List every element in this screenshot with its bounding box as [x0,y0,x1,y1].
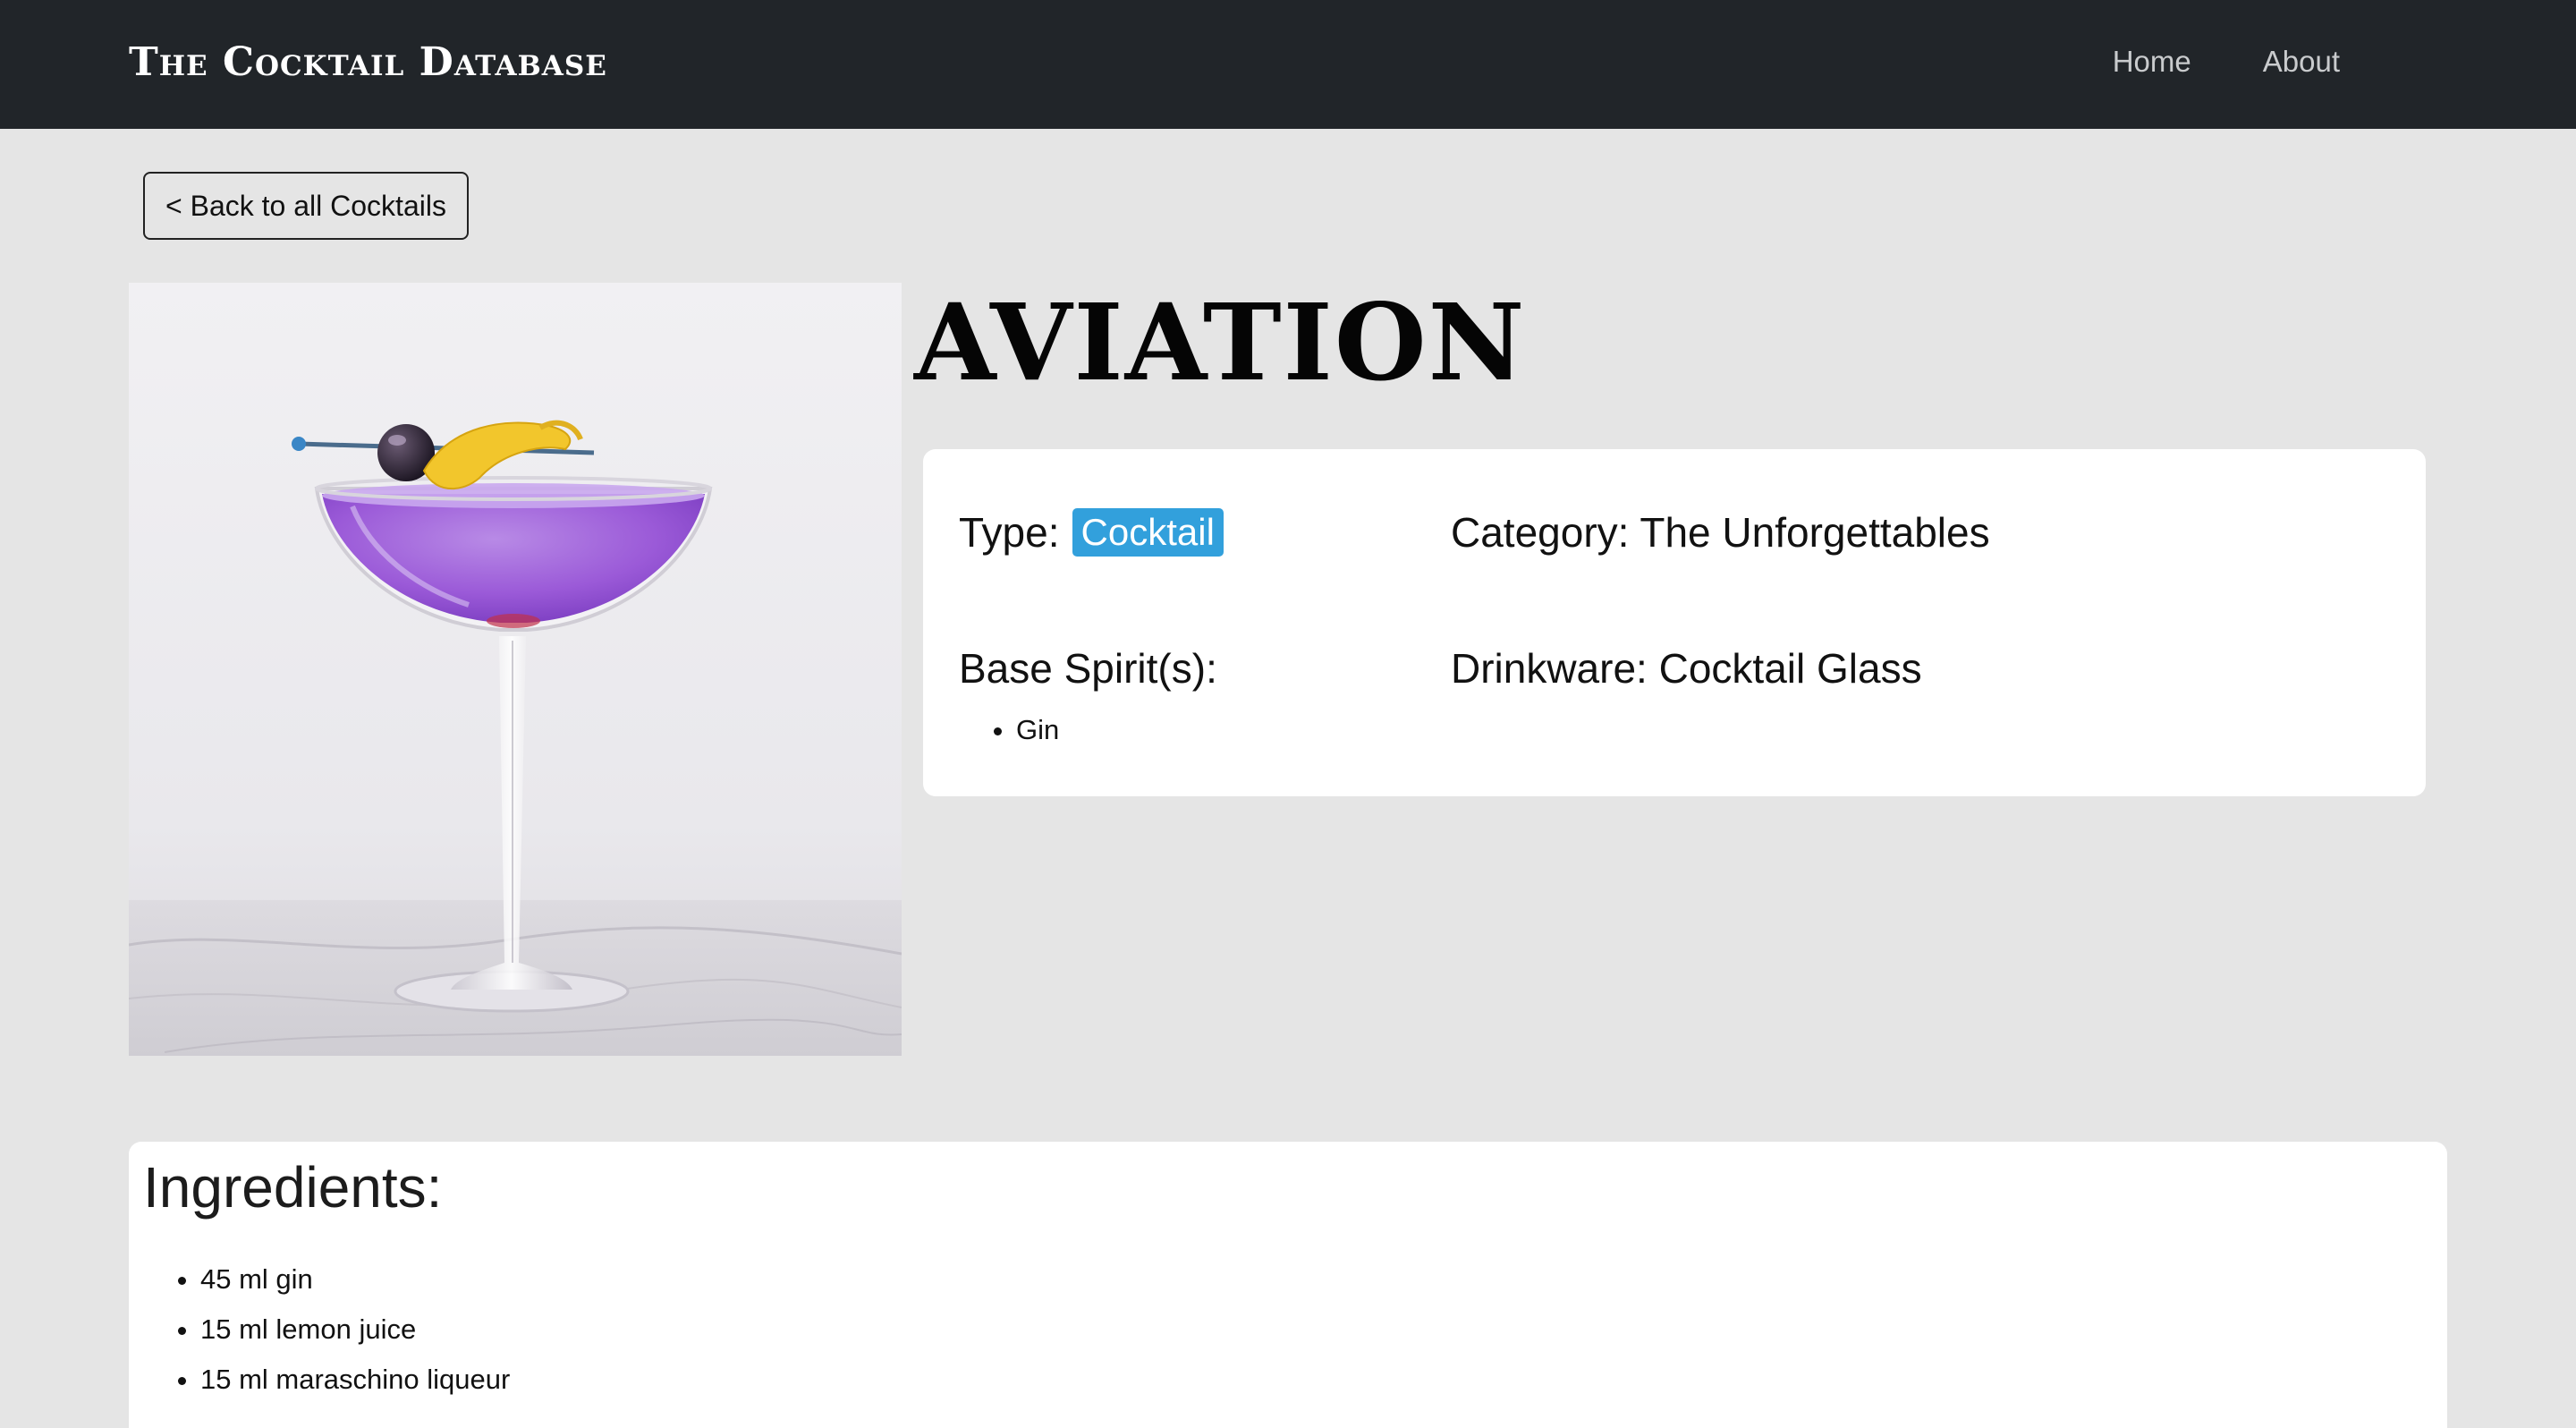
nav-link-about[interactable]: About [2263,45,2340,79]
cocktail-info-card: Type: Cocktail Category: The Unforgettab… [923,449,2426,796]
ingredient-item: 15 ml lemon juice [200,1305,510,1355]
ingredient-item: 45 ml gin [200,1254,510,1305]
navbar: The Cocktail Database Home About [0,0,2576,129]
nav-links: Home About [2113,45,2340,79]
type-row: Type: Cocktail [959,508,1224,557]
base-spirit-item: Gin [1016,710,1059,749]
cocktail-title: AVIATION [914,280,1527,404]
ingredients-card: Ingredients: 45 ml gin 15 ml lemon juice… [129,1142,2447,1428]
ingredients-list: 45 ml gin 15 ml lemon juice 15 ml marasc… [143,1254,510,1405]
base-spirits-list: Gin [959,710,1059,749]
cocktail-photo [129,283,902,1056]
ingredients-heading: Ingredients: [143,1155,443,1220]
back-to-all-cocktails-button[interactable]: < Back to all Cocktails [143,172,469,240]
category-label: Category: The Unforgettables [1451,509,1990,556]
brand-logo[interactable]: The Cocktail Database [129,39,607,85]
type-label: Type: [959,509,1060,557]
drinkware-label: Drinkware: Cocktail Glass [1451,645,1922,692]
base-spirits-label: Base Spirit(s): [959,645,1217,692]
nav-link-home[interactable]: Home [2113,45,2191,79]
ingredient-item: 15 ml maraschino liqueur [200,1355,510,1405]
type-badge[interactable]: Cocktail [1072,508,1224,557]
